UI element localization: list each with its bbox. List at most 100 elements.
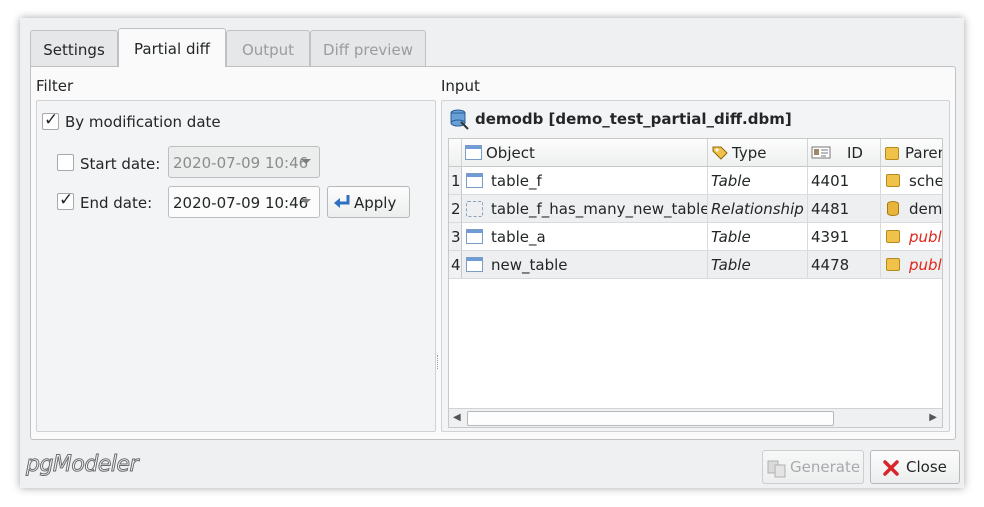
row-number-label: 2: [451, 200, 461, 218]
pgmodeler-logo: pgModeler: [25, 452, 139, 478]
column-header-id[interactable]: ID: [808, 139, 881, 167]
object-id: 4391: [811, 228, 850, 246]
splitter-handle[interactable]: [437, 355, 440, 369]
row-number: 3: [449, 223, 462, 251]
row-number-label: 3: [451, 228, 461, 246]
table-row[interactable]: 4 new_table Table 4478 public: [449, 251, 942, 279]
table-row[interactable]: 2 table_f_has_many_new_table Relationshi…: [449, 195, 942, 223]
cell-type: Table: [708, 251, 808, 279]
enter-arrow-icon: [334, 195, 350, 208]
table-icon: [465, 145, 482, 160]
end-date-label: End date:: [80, 194, 153, 212]
start-date-label: Start date:: [80, 155, 161, 173]
tab-diff-preview[interactable]: Diff preview: [310, 30, 426, 67]
close-icon: [883, 460, 899, 476]
column-header-type[interactable]: Type: [708, 139, 808, 167]
cell-id: 4391: [808, 223, 881, 251]
objects-table[interactable]: Object Type ID Parent 1 table_f Table 44…: [448, 138, 943, 428]
column-label: Object: [486, 144, 535, 162]
column-label: Type: [732, 144, 767, 162]
object-type: Table: [711, 228, 751, 246]
scroll-right-icon[interactable]: ▶: [929, 412, 937, 423]
column-label: Parent: [905, 144, 942, 162]
object-id: 4478: [811, 256, 850, 274]
object-name: table_a: [491, 228, 546, 246]
cell-parent: schema: [881, 167, 943, 195]
database-title: demodb [demo_test_partial_diff.dbm]: [475, 110, 792, 128]
input-title: Input: [441, 77, 480, 95]
end-date-value: 2020-07-09 10:46: [173, 194, 309, 212]
table-icon: [466, 257, 483, 272]
id-card-icon: [811, 146, 831, 159]
apply-button[interactable]: Apply: [327, 186, 410, 218]
cell-object: table_f_has_many_new_table: [462, 195, 708, 223]
schema-icon: [885, 147, 899, 160]
by-modification-date-checkbox[interactable]: ✓: [42, 110, 59, 130]
end-date-field[interactable]: 2020-07-09 10:46: [168, 186, 320, 218]
check-icon: ✓: [44, 110, 59, 130]
scroll-left-icon[interactable]: ◀: [453, 412, 461, 423]
scrollbar-thumb[interactable]: [467, 411, 834, 426]
horizontal-scrollbar[interactable]: ◀ ▶: [449, 408, 942, 427]
row-number: 2: [449, 195, 462, 223]
tab-label: Settings: [43, 41, 105, 59]
type-icon: [712, 146, 728, 160]
schema-icon: [886, 230, 900, 243]
column-header-parent[interactable]: Parent: [881, 139, 942, 167]
check-icon: ✓: [59, 190, 74, 210]
chevron-down-icon: [301, 159, 311, 164]
table-icon: [466, 229, 483, 244]
tab-partial-diff[interactable]: Partial diff: [118, 28, 226, 67]
row-number-label: 1: [451, 172, 461, 190]
generate-label: Generate: [790, 458, 861, 476]
tab-label: Partial diff: [134, 40, 210, 58]
object-id: 4481: [811, 200, 850, 218]
cell-type: Table: [708, 167, 808, 195]
row-number: 1: [449, 167, 462, 195]
row-header-corner: [449, 139, 462, 167]
relationship-icon: [466, 201, 483, 217]
cell-object: table_a: [462, 223, 708, 251]
generate-icon: [767, 460, 786, 478]
generate-button[interactable]: Generate: [762, 450, 864, 484]
end-date-checkbox[interactable]: ✓: [57, 190, 74, 210]
close-label: Close: [906, 458, 947, 476]
apply-label: Apply: [354, 194, 397, 212]
row-number-label: 4: [451, 256, 461, 274]
tab-output[interactable]: Output: [226, 30, 310, 67]
by-modification-date-label: By modification date: [65, 113, 221, 131]
cell-object: table_f: [462, 167, 708, 195]
column-header-object[interactable]: Object: [462, 139, 708, 167]
tab-label: Diff preview: [323, 41, 413, 59]
object-type: Relationship: [711, 200, 804, 218]
database-icon: [887, 201, 899, 216]
close-button[interactable]: Close: [870, 450, 960, 484]
start-date-value: 2020-07-09 10:46: [173, 154, 309, 172]
filter-title: Filter: [36, 77, 74, 95]
parent-name: schema: [909, 172, 943, 190]
schema-icon: [886, 258, 900, 271]
tab-label: Output: [241, 41, 295, 59]
table-row[interactable]: 3 table_a Table 4391 public: [449, 223, 942, 251]
cell-parent: public: [881, 223, 942, 251]
object-type: Table: [711, 172, 751, 190]
cell-type: Relationship: [708, 195, 808, 223]
start-date-checkbox[interactable]: [57, 154, 74, 171]
start-date-field[interactable]: 2020-07-09 10:46: [168, 146, 320, 178]
object-name: table_f: [491, 172, 542, 190]
table-icon: [466, 173, 483, 188]
cell-id: 4401: [808, 167, 881, 195]
parent-name: public: [909, 228, 942, 246]
chevron-down-icon: [301, 199, 311, 204]
column-label: ID: [847, 144, 863, 162]
object-name: new_table: [491, 256, 568, 274]
cell-object: new_table: [462, 251, 708, 279]
parent-name: public: [909, 256, 942, 274]
object-id: 4401: [811, 172, 850, 190]
cell-parent: demodb: [881, 195, 942, 223]
tab-settings[interactable]: Settings: [30, 30, 118, 67]
table-row[interactable]: 1 table_f Table 4401 schema: [449, 167, 942, 195]
cell-type: Table: [708, 223, 808, 251]
cell-id: 4478: [808, 251, 881, 279]
object-name: table_f_has_many_new_table: [491, 200, 708, 218]
